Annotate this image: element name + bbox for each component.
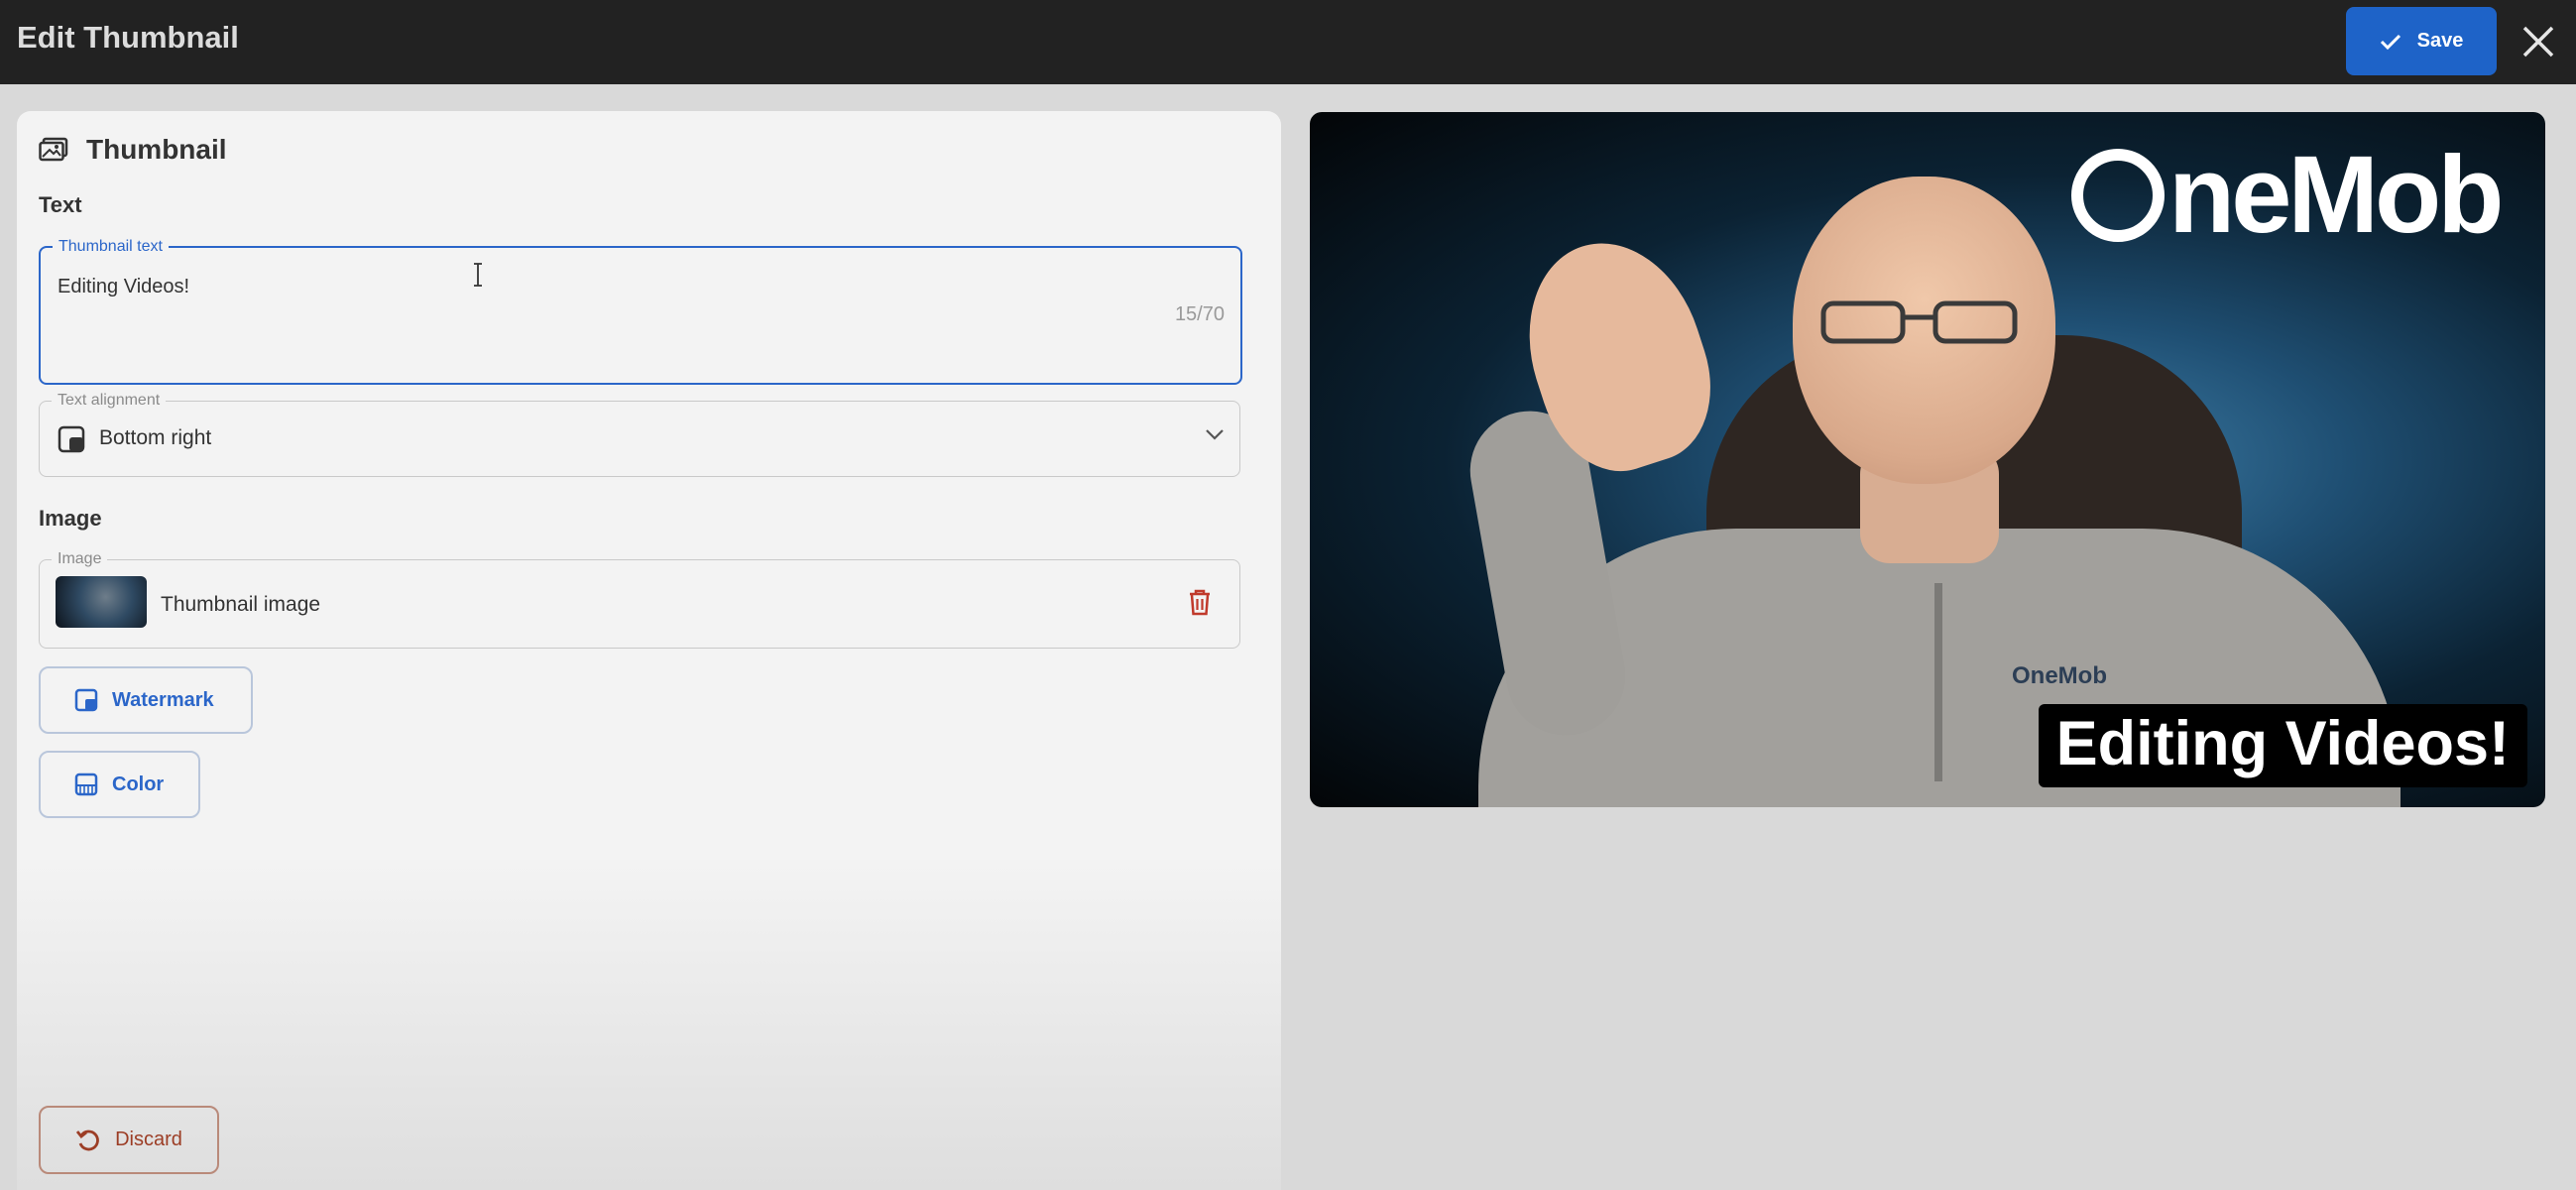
- glasses: [1820, 300, 2018, 344]
- text-alignment-value: Bottom right: [99, 426, 212, 449]
- chevron-down-icon[interactable]: [1204, 427, 1226, 441]
- image-icon: [39, 137, 68, 162]
- thumbnail-preview-image: [56, 576, 147, 628]
- color-label: Color: [112, 773, 165, 795]
- logo-text: neMob: [2168, 134, 2504, 256]
- discard-label: Discard: [115, 1129, 182, 1150]
- align-bottom-right-icon: [58, 425, 85, 453]
- image-section-label: Image: [39, 506, 102, 531]
- image-legend: Image: [52, 550, 108, 568]
- zipper: [1934, 583, 1942, 781]
- thumbnail-image-label: Thumbnail image: [161, 593, 321, 616]
- settings-panel: Thumbnail Text Thumbnail text Editing Vi…: [17, 111, 1281, 1190]
- thumbnail-text-value[interactable]: Editing Videos!: [58, 276, 189, 298]
- text-alignment-legend: Text alignment: [52, 392, 167, 410]
- watermark-label: Watermark: [112, 688, 214, 711]
- undo-icon: [76, 1130, 99, 1150]
- logo-play-icon: [2071, 148, 2165, 242]
- watermark-button[interactable]: Watermark: [39, 666, 253, 734]
- thumbnail-caption: Editing Videos!: [2038, 704, 2527, 787]
- thumbnail-text-legend: Thumbnail text: [53, 238, 169, 256]
- thumbnail-preview: neMob OneMob Editing Videos!: [1310, 112, 2545, 807]
- color-palette-icon: [74, 773, 98, 796]
- trash-icon[interactable]: [1188, 588, 1212, 616]
- text-cursor-icon: [474, 263, 482, 287]
- text-alignment-select[interactable]: Text alignment Bottom right: [39, 392, 1240, 477]
- panel-header: Thumbnail: [39, 134, 227, 166]
- text-section-label: Text: [39, 192, 82, 217]
- thumbnail-text-field[interactable]: Thumbnail text Editing Videos! 15/70: [39, 238, 1242, 385]
- check-icon: [2380, 34, 2400, 50]
- onemob-logo: neMob: [2071, 132, 2504, 258]
- save-button[interactable]: Save: [2346, 7, 2497, 75]
- close-icon[interactable]: [2518, 22, 2558, 61]
- discard-button[interactable]: Discard: [39, 1106, 219, 1174]
- save-label: Save: [2416, 30, 2464, 52]
- page-title: Edit Thumbnail: [17, 20, 239, 55]
- top-bar: Edit Thumbnail Save: [0, 0, 2576, 84]
- character-counter: 15/70: [1174, 303, 1225, 325]
- panel-title: Thumbnail: [86, 134, 227, 165]
- watermark-icon: [74, 688, 98, 712]
- shirt-logo: OneMob: [2012, 662, 2107, 689]
- color-button[interactable]: Color: [39, 751, 200, 818]
- image-field[interactable]: Image Thumbnail image: [39, 550, 1240, 649]
